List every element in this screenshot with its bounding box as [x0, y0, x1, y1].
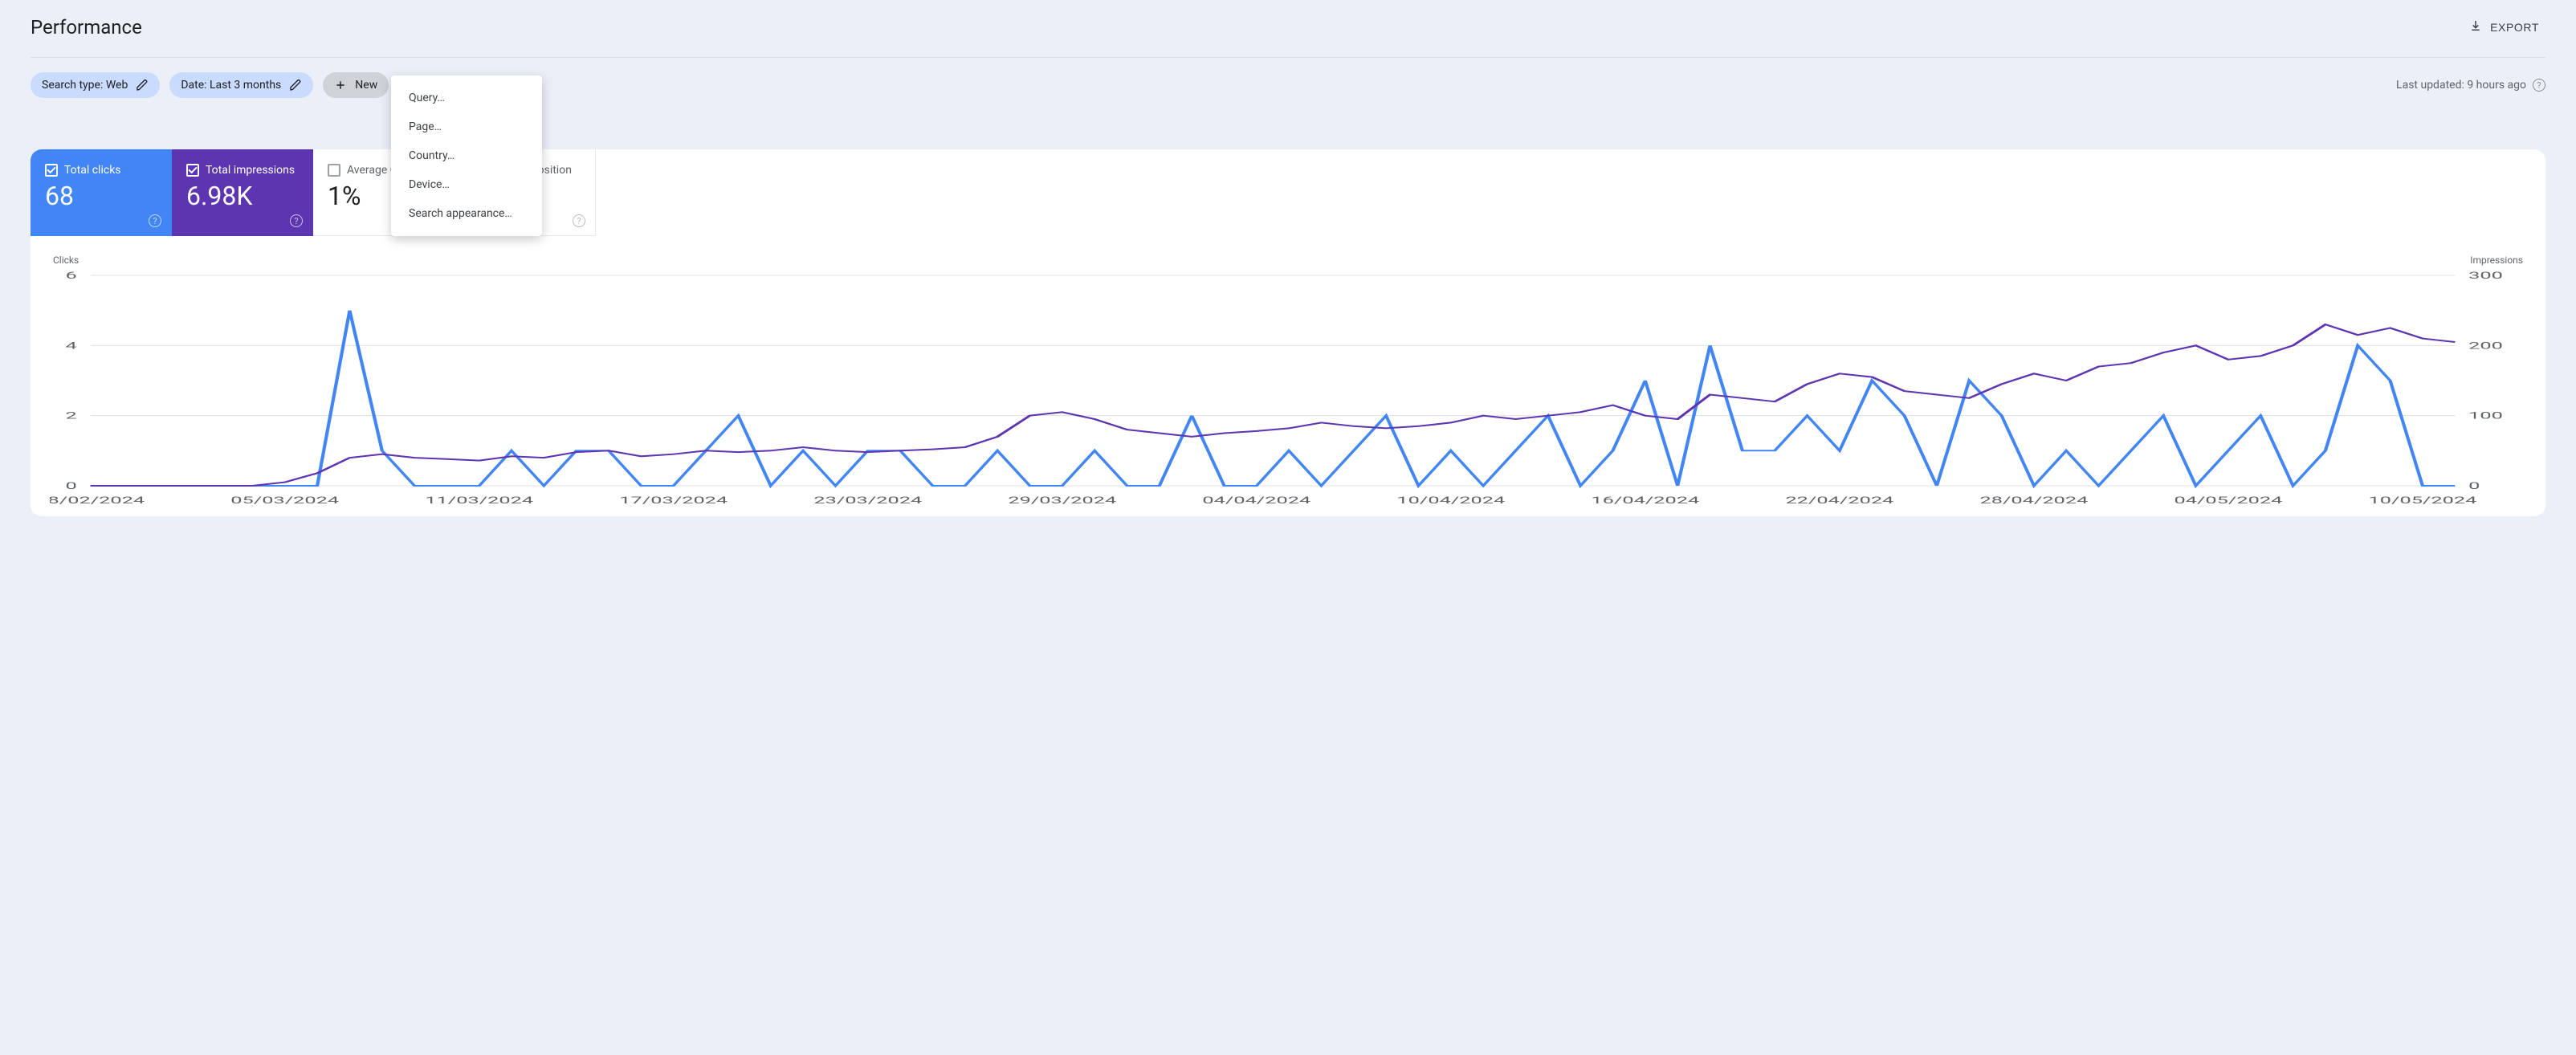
export-label: EXPORT — [2490, 21, 2539, 34]
metric-impressions-value: 6.98K — [186, 183, 298, 209]
svg-text:6: 6 — [66, 270, 77, 281]
chip-date[interactable]: Date: Last 3 months — [169, 72, 313, 98]
performance-chart: 0 2 4 6 0 100 200 300 28/02/2024 05/03/2024 11/03/… — [50, 267, 2526, 508]
svg-text:17/03/2024: 17/03/2024 — [619, 495, 728, 506]
metric-clicks-value: 68 — [45, 183, 157, 209]
svg-text:10/05/2024: 10/05/2024 — [2369, 495, 2477, 506]
svg-text:22/04/2024: 22/04/2024 — [1785, 495, 1893, 506]
pencil-icon — [136, 79, 149, 92]
help-icon[interactable]: ? — [149, 214, 161, 227]
svg-text:04/05/2024: 04/05/2024 — [2174, 495, 2282, 506]
chip-search-type[interactable]: Search type: Web — [31, 72, 160, 98]
last-updated-text: Last updated: 9 hours ago — [2396, 79, 2526, 92]
svg-text:0: 0 — [66, 480, 77, 491]
filters-row: Search type: Web Date: Last 3 months Ne — [31, 72, 2545, 98]
dropdown-item-query[interactable]: Query… — [391, 84, 542, 112]
chart-area: Clicks Impressions 0 2 4 6 0 100 200 300 28/02/2… — [31, 237, 2545, 516]
chip-date-label: Date: Last 3 months — [181, 79, 281, 92]
svg-text:28/04/2024: 28/04/2024 — [1979, 495, 2088, 506]
svg-text:4: 4 — [66, 340, 77, 351]
svg-text:0: 0 — [2468, 480, 2480, 491]
chip-new-filter[interactable]: New — [323, 72, 389, 98]
svg-text:100: 100 — [2468, 410, 2503, 422]
page-header: Performance EXPORT — [31, 14, 2545, 58]
svg-text:04/04/2024: 04/04/2024 — [1202, 495, 1310, 506]
help-icon[interactable]: ? — [573, 214, 585, 227]
svg-text:05/03/2024: 05/03/2024 — [230, 495, 339, 506]
svg-text:16/04/2024: 16/04/2024 — [1591, 495, 1699, 506]
svg-text:29/03/2024: 29/03/2024 — [1008, 495, 1116, 506]
last-updated: Last updated: 9 hours ago ? — [2396, 79, 2545, 92]
checkbox-unchecked-icon — [328, 164, 340, 177]
chip-new-label: New — [355, 79, 377, 92]
metric-impressions-label: Total impressions — [206, 164, 295, 177]
y-left-axis-label: Clicks — [53, 255, 79, 266]
svg-text:11/03/2024: 11/03/2024 — [425, 495, 533, 506]
plus-icon — [334, 79, 347, 92]
metric-tab-clicks[interactable]: Total clicks 68 ? — [31, 149, 172, 236]
svg-text:28/02/2024: 28/02/2024 — [50, 495, 145, 506]
checkbox-checked-icon — [186, 164, 199, 177]
svg-text:2: 2 — [66, 410, 77, 422]
chip-search-type-label: Search type: Web — [42, 79, 128, 92]
metric-tab-impressions[interactable]: Total impressions 6.98K ? — [172, 149, 313, 236]
dropdown-item-page[interactable]: Page… — [391, 112, 542, 141]
dropdown-item-search-appearance[interactable]: Search appearance… — [391, 199, 542, 228]
pencil-icon — [289, 79, 302, 92]
dropdown-item-device[interactable]: Device… — [391, 170, 542, 199]
checkbox-checked-icon — [45, 164, 58, 177]
download-icon — [2469, 19, 2482, 35]
svg-text:10/04/2024: 10/04/2024 — [1396, 495, 1505, 506]
metric-clicks-label: Total clicks — [64, 164, 121, 177]
y-right-axis-label: Impressions — [2470, 255, 2523, 266]
svg-text:300: 300 — [2468, 270, 2503, 281]
page-title: Performance — [31, 16, 142, 39]
help-icon[interactable]: ? — [2533, 79, 2545, 92]
svg-text:200: 200 — [2468, 340, 2503, 351]
svg-text:23/03/2024: 23/03/2024 — [813, 495, 922, 506]
export-button[interactable]: EXPORT — [2463, 14, 2545, 39]
help-icon[interactable]: ? — [290, 214, 303, 227]
new-filter-dropdown: Query… Page… Country… Device… Search app… — [391, 75, 542, 236]
dropdown-item-country[interactable]: Country… — [391, 141, 542, 170]
